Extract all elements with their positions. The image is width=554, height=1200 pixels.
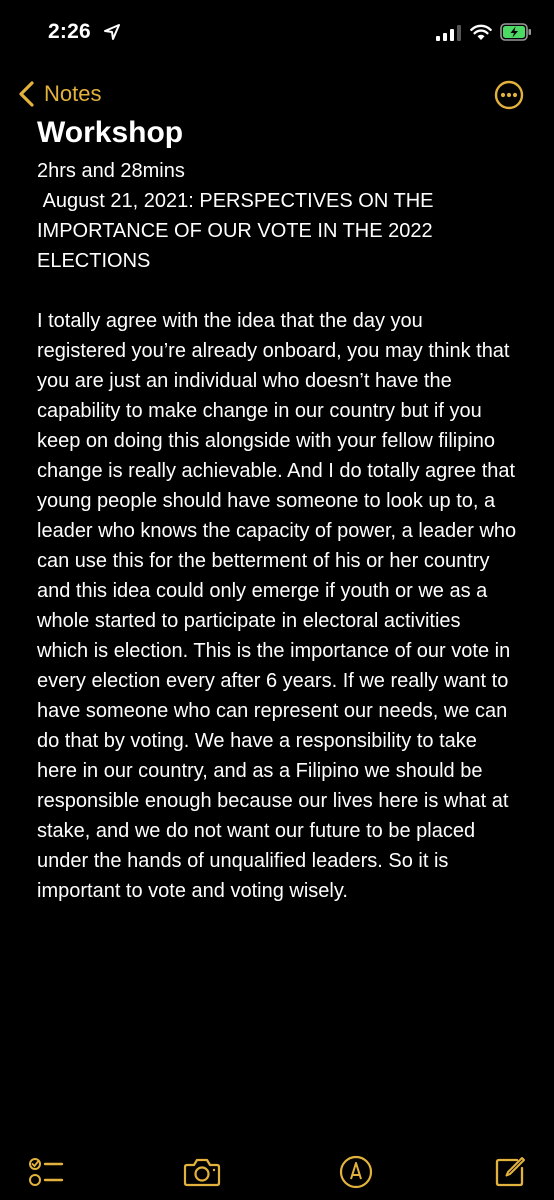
compose-icon <box>495 1157 525 1187</box>
location-arrow-icon <box>104 24 120 40</box>
battery-charging-icon <box>500 23 531 41</box>
note-duration: 2hrs and 28mins <box>37 160 185 182</box>
compose-button[interactable] <box>490 1152 530 1192</box>
wifi-icon <box>470 24 492 40</box>
status-time: 2:26 <box>48 20 91 43</box>
checklist-button[interactable] <box>26 1152 66 1192</box>
chevron-left-icon <box>19 81 34 107</box>
camera-icon <box>183 1158 221 1187</box>
navigation-bar: Notes <box>0 70 554 118</box>
camera-button[interactable] <box>182 1152 222 1192</box>
checklist-icon <box>29 1158 64 1186</box>
back-button[interactable]: Notes <box>16 80 101 108</box>
note-heading: Workshop <box>37 116 184 149</box>
cellular-signal-icon <box>436 25 461 41</box>
ellipsis-circle-icon[interactable] <box>494 80 524 110</box>
status-bar: 2:26 <box>0 0 554 64</box>
note-content[interactable]: Workshop 2hrs and 28mins August 21, 2021… <box>37 116 517 906</box>
note-body: I totally agree with the idea that the d… <box>37 310 517 902</box>
markup-button[interactable] <box>336 1152 376 1192</box>
back-label: Notes <box>44 81 102 106</box>
note-date-title: August 21, 2021: PERSPECTIVES ON THE IMP… <box>37 190 440 272</box>
markup-pen-icon <box>339 1155 373 1189</box>
bottom-toolbar <box>0 1152 554 1200</box>
